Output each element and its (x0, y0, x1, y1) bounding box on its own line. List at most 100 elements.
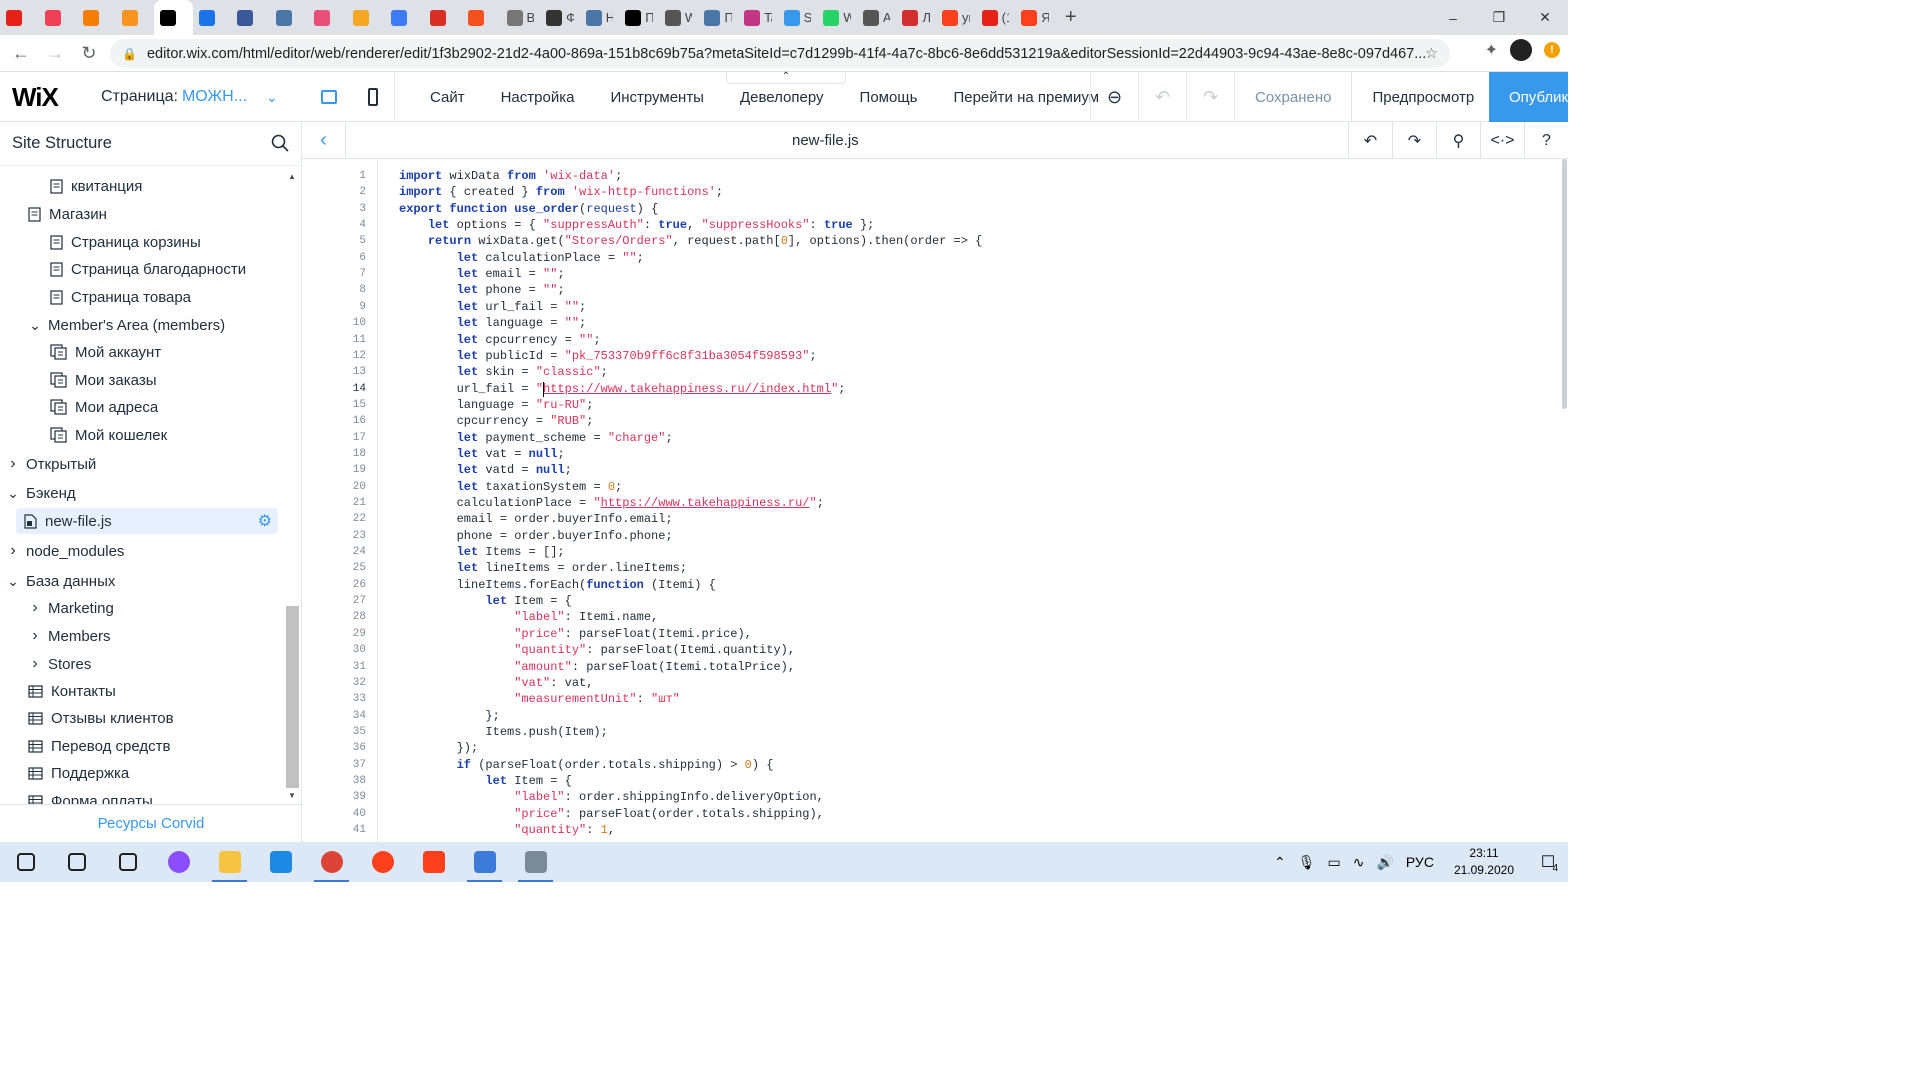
browser-tab[interactable]: Пан (619, 0, 659, 35)
url-field[interactable]: 🔒 editor.wix.com/html/editor/web/rendere… (110, 39, 1450, 68)
code-line[interactable]: let url_fail = ""; (399, 300, 587, 314)
collapse-left-icon[interactable]: ‹ (302, 122, 346, 159)
code-line[interactable]: let phone = ""; (399, 283, 565, 297)
wix-logo[interactable]: WiX (12, 82, 59, 113)
tree-item[interactable]: Форма оплаты (0, 788, 153, 804)
code-line[interactable]: return wixData.get("Stores/Orders", requ… (399, 234, 983, 248)
taskbar-app[interactable] (255, 842, 306, 882)
menu-item[interactable]: Девелоперу (722, 89, 842, 106)
close-window-button[interactable]: ✕ (1522, 0, 1568, 35)
code-line[interactable]: let vatd = null; (399, 463, 572, 477)
extensions-puzzle-icon[interactable]: ✦ (1485, 40, 1498, 60)
sidebar-scrollbar[interactable]: ▲ ▼ (286, 166, 300, 804)
scroll-up-arrow-icon[interactable]: ▲ (288, 172, 296, 181)
browser-tab[interactable] (385, 0, 424, 35)
code-line[interactable]: import wixData from 'wix-data'; (399, 169, 622, 183)
corvid-resources-link[interactable]: Ресурсы Corvid (0, 804, 302, 842)
scrollbar-thumb[interactable] (1562, 159, 1567, 409)
code-line[interactable]: let vat = null; (399, 447, 565, 461)
taskbar-app[interactable] (0, 842, 51, 882)
browser-tab[interactable] (154, 0, 193, 35)
undo-icon[interactable]: ↶ (1348, 122, 1392, 159)
minimize-button[interactable]: – (1430, 0, 1476, 35)
browser-tab[interactable]: Нас (580, 0, 620, 35)
browser-tab[interactable] (77, 0, 116, 35)
tree-item[interactable]: › Members (0, 623, 110, 649)
menu-item[interactable]: Помощь (842, 89, 936, 106)
code-line[interactable]: let cpcurrency = ""; (399, 333, 601, 347)
tree-item[interactable]: › Marketing (0, 595, 114, 621)
tree-item[interactable]: Страница благодарности (0, 256, 246, 282)
forward-arrow-icon[interactable]: → (38, 36, 72, 70)
redo-icon[interactable]: ↷ (1392, 122, 1436, 159)
code-line[interactable]: let Items = []; (399, 545, 565, 559)
code-line[interactable]: lineItems.forEach(function (Itemi) { (399, 578, 716, 592)
code-line[interactable]: }); (399, 741, 479, 755)
browser-tab[interactable]: ЛУЧ (896, 0, 936, 35)
taskbar-app[interactable] (306, 842, 357, 882)
chevron-right-icon[interactable]: › (28, 599, 42, 617)
bookmark-star-icon[interactable]: ☆ (1425, 46, 1438, 62)
profile-avatar[interactable] (1510, 39, 1532, 61)
tree-item[interactable]: Мои адреса (0, 394, 158, 420)
tree-item[interactable]: Отзывы клиентов (0, 705, 174, 731)
code-line[interactable]: "quantity": 1, (399, 823, 615, 837)
menu-item[interactable]: Сайт (412, 89, 483, 106)
code-line[interactable]: export function use_order(request) { (399, 202, 658, 216)
code-line[interactable]: let calculationPlace = ""; (399, 251, 644, 265)
code-line[interactable]: import { created } from 'wix-http-functi… (399, 185, 723, 199)
browser-tab[interactable] (424, 0, 463, 35)
microphone-icon[interactable]: 🎙 (1298, 854, 1316, 871)
browser-tab[interactable]: Wh (817, 0, 857, 35)
taskbar-app[interactable] (510, 842, 561, 882)
menu-item[interactable]: Настройка (483, 89, 593, 106)
code-line[interactable]: "vat": vat, (399, 676, 593, 690)
browser-tab[interactable]: Wic (659, 0, 699, 35)
code-line[interactable]: let lineItems = order.lineItems; (399, 561, 687, 575)
code-line[interactable]: "price": parseFloat(order.totals.shippin… (399, 807, 824, 821)
help-button[interactable]: ? (1524, 122, 1568, 159)
code-line[interactable]: language = "ru-RU"; (399, 398, 594, 412)
tree-item[interactable]: › Stores (0, 651, 91, 677)
browser-tab[interactable]: укр (936, 0, 976, 35)
browser-tab[interactable] (308, 0, 347, 35)
tree-item[interactable]: Поддержка (0, 760, 129, 786)
tree-item[interactable]: Мой кошелек (0, 422, 167, 448)
tree-item[interactable]: Мой аккаунт (0, 339, 161, 365)
preview-button[interactable]: Предпросмотр (1351, 72, 1494, 122)
browser-tab[interactable]: Фо (540, 0, 580, 35)
browser-tab[interactable]: Tak (738, 0, 778, 35)
browser-tab[interactable] (347, 0, 386, 35)
browser-tab[interactable]: Пла (698, 0, 738, 35)
collapse-toolbar-handle[interactable]: ⌃ (726, 72, 846, 84)
maximize-button[interactable]: ❐ (1476, 0, 1522, 35)
mobile-icon[interactable] (368, 88, 379, 106)
code-line[interactable]: "quantity": parseFloat(Itemi.quantity), (399, 643, 795, 657)
tree-item[interactable]: Мои заказы (0, 367, 157, 393)
search-icon[interactable]: ⚲ (1436, 122, 1480, 159)
page-selector[interactable]: Страница: МОЖН... ⌄ (101, 72, 278, 122)
taskbar-app[interactable] (204, 842, 255, 882)
code-line[interactable]: phone = order.buyerInfo.phone; (399, 529, 673, 543)
browser-tab[interactable]: Ani (857, 0, 897, 35)
tree-item[interactable]: new-file.js ⚙ (16, 508, 278, 534)
chevron-up-icon[interactable]: ⌃ (1274, 854, 1286, 871)
publish-button[interactable]: Опубликовать (1489, 72, 1568, 122)
tree-item[interactable]: › node_modules (0, 538, 124, 564)
code-line[interactable]: let taxationSystem = 0; (399, 480, 623, 494)
chevron-right-icon[interactable]: › (28, 627, 42, 645)
taskbar-app[interactable] (459, 842, 510, 882)
browser-tab[interactable] (39, 0, 78, 35)
browser-tab[interactable] (462, 0, 501, 35)
code-line[interactable]: "label": Itemi.name, (399, 610, 658, 624)
language-indicator[interactable]: РУС (1406, 854, 1434, 870)
code-line[interactable]: "measurementUnit": "шт" (399, 692, 680, 706)
wifi-icon[interactable]: ∿ (1353, 854, 1365, 871)
tree-item[interactable]: ⌄ Бэкенд (0, 480, 75, 506)
scroll-down-arrow-icon[interactable]: ▼ (288, 791, 296, 800)
code-line[interactable]: if (parseFloat(order.totals.shipping) > … (399, 758, 774, 772)
code-line[interactable]: "price": parseFloat(Itemi.price), (399, 627, 752, 641)
code-line[interactable]: let options = { "suppressAuth": true, "s… (399, 218, 875, 232)
search-icon[interactable] (271, 134, 289, 152)
tree-item[interactable]: квитанция (0, 173, 142, 199)
